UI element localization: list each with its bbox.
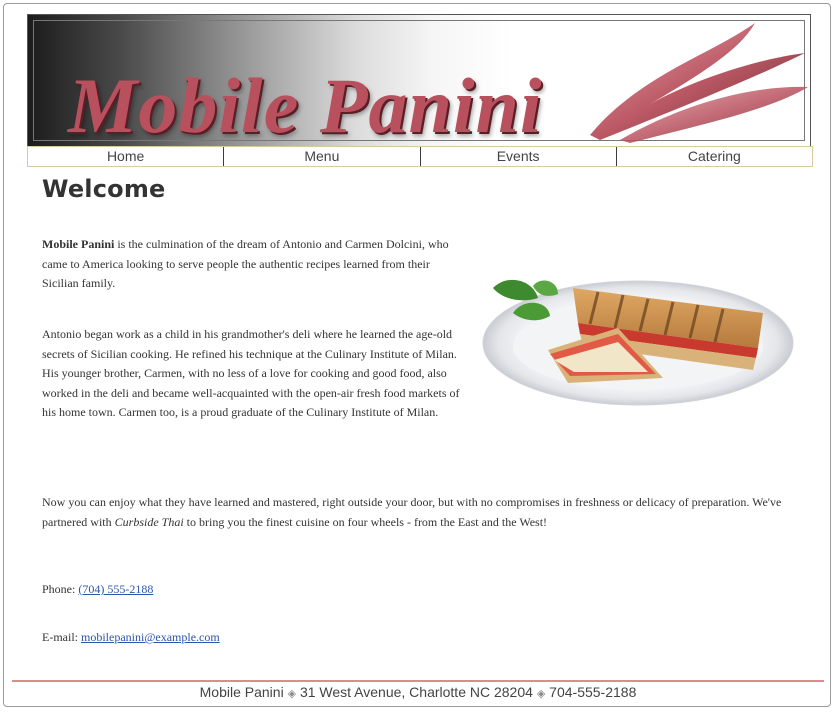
- page-title: Welcome: [42, 175, 166, 203]
- antonio-paragraph: Antonio began work as a child in his gra…: [42, 327, 460, 419]
- footer-address: 31 West Avenue, Charlotte NC 28204: [299, 684, 533, 700]
- footer-divider: [12, 680, 824, 682]
- footer-separator-icon: ◈: [536, 688, 546, 700]
- partnership-paragraph: Now you can enjoy what they have learned…: [42, 493, 787, 532]
- nav-menu[interactable]: Menu: [224, 147, 421, 166]
- phone-link[interactable]: (704) 555-2188: [78, 582, 153, 596]
- footer-name: Mobile Panini: [199, 684, 284, 700]
- email-line: E-mail: mobilepanini@example.com: [42, 630, 220, 645]
- nav-home[interactable]: Home: [28, 147, 225, 166]
- swoosh-decoration-icon: [590, 23, 808, 143]
- site-footer: Mobile Panini ◈ 31 West Avenue, Charlott…: [0, 684, 836, 700]
- phone-label: Phone:: [42, 582, 79, 596]
- phone-line: Phone: (704) 555-2188: [42, 582, 153, 597]
- partner-name: Curbside Thai: [114, 514, 184, 529]
- footer-phone: 704-555-2188: [549, 684, 637, 700]
- partnership-text-b: to bring you the finest cuisine on four …: [183, 514, 548, 529]
- email-link[interactable]: mobilepanini@example.com: [81, 630, 220, 644]
- site-logo[interactable]: Mobile Panini: [68, 67, 543, 145]
- nav-catering[interactable]: Catering: [617, 147, 812, 166]
- header-banner: Mobile Panini: [27, 14, 811, 147]
- brand-name-bold: Mobile Panini: [42, 237, 115, 251]
- panini-sandwich-image: [482, 279, 794, 406]
- main-nav: Home Menu Events Catering: [27, 146, 813, 167]
- footer-separator-icon: ◈: [287, 688, 297, 700]
- nav-events[interactable]: Events: [421, 147, 617, 166]
- intro-paragraph: Mobile Panini is the culmination of the …: [42, 235, 462, 294]
- main-content: Welcome Mobile Panini is the culmination…: [42, 175, 787, 644]
- email-label: E-mail:: [42, 630, 81, 644]
